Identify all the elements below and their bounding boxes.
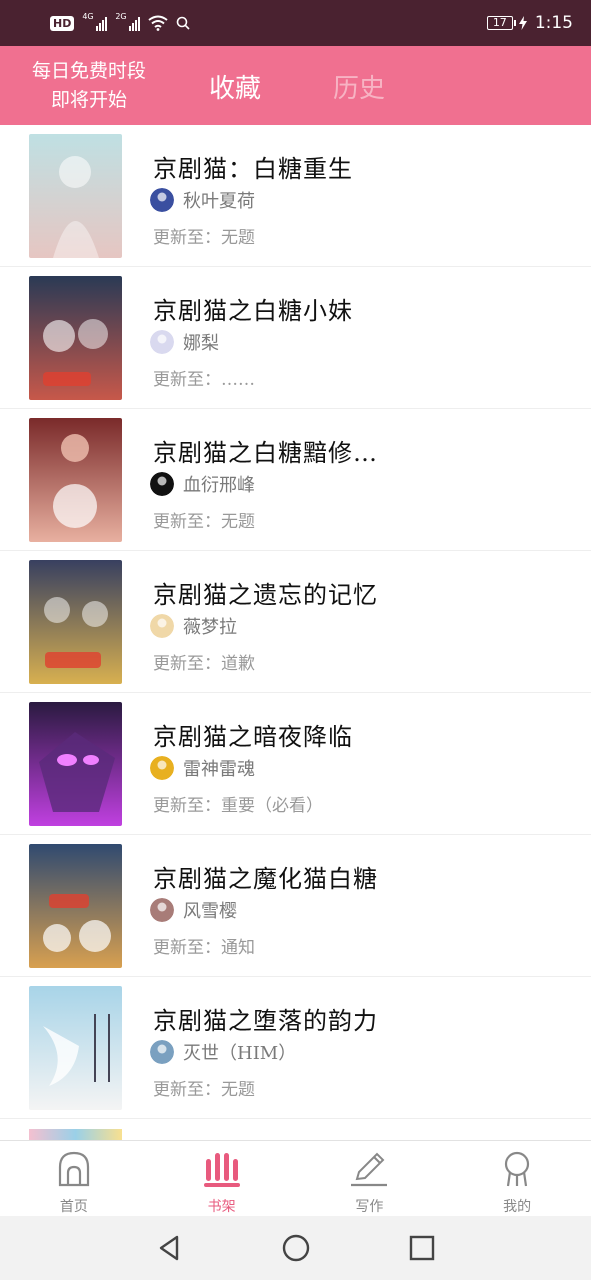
signal-icon-2: 2G: [115, 12, 141, 31]
bottom-nav: 首页 书架 写作 我的: [0, 1140, 591, 1216]
update-status: 更新至：……: [153, 370, 255, 390]
promo-line-1: 每日免费时段: [31, 59, 146, 82]
pencil-icon: [351, 1152, 388, 1187]
author-avatar: [150, 1040, 174, 1064]
update-status: 更新至：通知: [153, 938, 255, 958]
book-cover[interactable]: [29, 702, 122, 826]
author-row: 秋叶夏荷: [150, 187, 255, 213]
nav-profile[interactable]: 我的: [443, 1141, 591, 1216]
hd-badge: HD: [50, 15, 75, 31]
book-cover-partial[interactable]: [29, 1129, 122, 1140]
book-cover[interactable]: [29, 844, 122, 968]
signal-icon: 4G: [82, 12, 108, 31]
author-row: 雷神雷魂: [150, 755, 255, 781]
book-title: 京剧猫之遗忘的记忆: [153, 581, 378, 609]
nav-label: 首页: [59, 1199, 88, 1215]
nav-label: 书架: [207, 1199, 236, 1215]
system-nav-bar: [0, 1216, 591, 1280]
list-item[interactable]: 京剧猫之白糖黯修… 血衍邢峰 更新至：无题: [0, 409, 591, 551]
author-name: 娜梨: [183, 333, 219, 354]
list-item[interactable]: 京剧猫之白糖小妹 娜梨 更新至：……: [0, 267, 591, 409]
tab-history[interactable]: 历史: [333, 68, 385, 105]
list-item[interactable]: 京剧猫之堕落的韵力 灭世（HIM） 更新至：无题: [0, 977, 591, 1119]
book-title: 京剧猫之白糖小妹: [153, 297, 353, 325]
battery-icon: 17: [486, 16, 516, 30]
home-button[interactable]: [233, 1233, 359, 1263]
recents-button[interactable]: [359, 1233, 485, 1263]
promo-line-2: 即将开始: [50, 88, 127, 111]
author-row: 娜梨: [150, 329, 219, 355]
author-name: 雷神雷魂: [183, 759, 255, 780]
book-cover[interactable]: [29, 134, 122, 258]
update-status: 更新至：无题: [153, 512, 255, 532]
author-name: 薇梦拉: [183, 617, 237, 638]
charging-icon: [518, 16, 527, 30]
back-button[interactable]: [107, 1233, 233, 1263]
author-row: 薇梦拉: [150, 613, 237, 639]
author-avatar: [150, 756, 174, 780]
profile-icon: [505, 1151, 530, 1187]
book-cover[interactable]: [29, 560, 122, 684]
book-title: 京剧猫之堕落的韵力: [153, 1007, 378, 1035]
list-item[interactable]: 京剧猫之魔化猫白糖 风雪樱 更新至：通知: [0, 835, 591, 977]
author-name: 灭世（HIM）: [183, 1043, 297, 1064]
author-name: 秋叶夏荷: [183, 191, 255, 212]
author-row: 灭世（HIM）: [150, 1039, 296, 1065]
recents-icon: [409, 1235, 434, 1261]
author-avatar: [150, 330, 174, 354]
bookshelf-icon: [203, 1153, 240, 1187]
update-status: 更新至：道歉: [153, 654, 255, 674]
list-item[interactable]: 京剧猫：白糖重生 秋叶夏荷 更新至：无题: [0, 125, 591, 267]
tab-favorites[interactable]: 收藏: [209, 68, 261, 105]
wifi-icon: [148, 15, 168, 31]
author-row: 风雪樱: [150, 897, 237, 923]
top-header: 每日免费时段 即将开始 收藏 历史: [0, 46, 591, 125]
free-time-promo[interactable]: 每日免费时段 即将开始: [14, 57, 164, 115]
book-title: 京剧猫：白糖重生: [153, 155, 353, 183]
author-name: 风雪樱: [183, 901, 237, 922]
update-status: 更新至：无题: [153, 228, 255, 248]
circle-home-icon: [282, 1234, 309, 1262]
list-item[interactable]: 京剧猫之遗忘的记忆 薇梦拉 更新至：道歉: [0, 551, 591, 693]
author-row: 血衍邢峰: [150, 471, 255, 497]
clock: 1:15: [534, 13, 573, 33]
book-title: 京剧猫之白糖黯修…: [153, 439, 378, 467]
nav-label: 写作: [355, 1199, 384, 1215]
author-avatar: [150, 188, 174, 212]
author-avatar: [150, 898, 174, 922]
status-bar: HD 4G 2G 17 1:15: [0, 0, 591, 46]
search-icon: [177, 16, 190, 30]
book-cover[interactable]: [29, 418, 122, 542]
book-title: 京剧猫之暗夜降临: [153, 723, 353, 751]
nav-label: 我的: [503, 1199, 532, 1215]
back-icon: [159, 1235, 178, 1261]
update-status: 更新至：重要（必看）: [153, 796, 323, 816]
home-icon: [58, 1151, 89, 1187]
list-item[interactable]: 京剧猫之暗夜降临 雷神雷魂 更新至：重要（必看）: [0, 693, 591, 835]
nav-home[interactable]: 首页: [0, 1141, 148, 1216]
author-avatar: [150, 614, 174, 638]
nav-write[interactable]: 写作: [296, 1141, 444, 1216]
book-cover[interactable]: [29, 276, 122, 400]
author-name: 血衍邢峰: [183, 475, 255, 496]
book-cover[interactable]: [29, 986, 122, 1110]
book-title: 京剧猫之魔化猫白糖: [153, 865, 378, 893]
author-avatar: [150, 472, 174, 496]
nav-bookshelf[interactable]: 书架: [148, 1141, 296, 1216]
network-type-label: 4G: [82, 12, 94, 21]
network-type-label-2: 2G: [115, 12, 127, 21]
update-status: 更新至：无题: [153, 1080, 255, 1100]
book-list: 京剧猫：白糖重生 秋叶夏荷 更新至：无题 京剧猫之白糖小妹 娜梨 更新至：…… …: [0, 125, 591, 1140]
